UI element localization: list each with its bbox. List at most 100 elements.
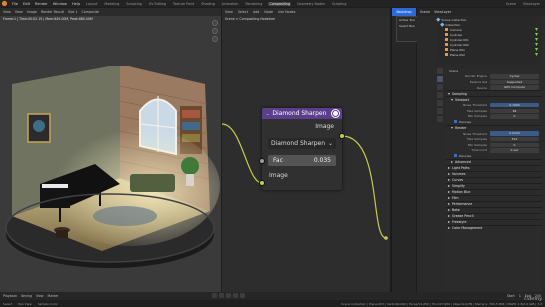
time-limit-field[interactable]: 0 sec xyxy=(490,148,539,153)
jump-start-icon[interactable] xyxy=(212,293,217,298)
output-socket[interactable] xyxy=(339,133,345,139)
scene-tab-icon[interactable] xyxy=(437,100,443,106)
tool-tab-icon[interactable] xyxy=(437,68,443,74)
tab-texture-paint[interactable]: Texture Paint xyxy=(172,2,195,6)
render-engine-dropdown[interactable]: Cycles xyxy=(490,74,539,79)
tab-rendering[interactable]: Rendering xyxy=(244,2,263,6)
vp-min-samples-row: Min Samples 0 xyxy=(446,114,542,120)
node-preview-icon[interactable] xyxy=(332,110,339,117)
section-label: Motion Blur xyxy=(452,190,471,195)
tab-shading[interactable]: Shading xyxy=(200,2,215,6)
start-frame-field[interactable]: 1 xyxy=(519,294,521,298)
vp-menu-image[interactable]: Image xyxy=(27,10,37,14)
timeline-playback-menu[interactable]: Playback xyxy=(3,294,17,298)
node-output-label: Image xyxy=(315,123,334,130)
r-min-samples-row: Min Samples 0 xyxy=(446,142,542,148)
menu-render[interactable]: Render xyxy=(35,2,48,6)
scene-selector[interactable]: Scene xyxy=(505,2,517,6)
node-title: Diamond Sharpen xyxy=(272,110,327,117)
mesh-icon xyxy=(445,53,448,56)
checkbox-checked-icon[interactable] xyxy=(454,154,457,158)
view-layer-tab-icon[interactable] xyxy=(437,92,443,98)
filter-icon xyxy=(535,33,538,36)
section-label: Performance xyxy=(452,202,473,207)
noise-threshold-field[interactable]: 0.1000 xyxy=(490,102,539,108)
section-color-management[interactable]: Color Management xyxy=(446,224,542,231)
wire-output xyxy=(341,135,387,239)
menu-window[interactable]: Window xyxy=(53,2,67,6)
tab-uv-editing[interactable]: UV Editing xyxy=(148,2,167,6)
menu-edit[interactable]: Edit xyxy=(23,2,30,6)
image-editor-header: View View Image Render Result Slot 1 Com… xyxy=(0,8,221,16)
chevron-right-icon xyxy=(448,167,450,170)
timeline-keying-menu[interactable]: Keying xyxy=(21,294,32,298)
min-samples-field[interactable]: 0 xyxy=(490,114,539,119)
list-item-label: Camera xyxy=(450,27,462,32)
zoom-icon[interactable] xyxy=(212,20,218,26)
view-layer-selector[interactable]: ViewLayer xyxy=(522,2,541,6)
fac-socket[interactable] xyxy=(259,157,265,164)
wire-input xyxy=(222,123,263,184)
device-dropdown[interactable]: GPU Compute xyxy=(490,85,539,90)
diamond-sharpen-node[interactable]: ⌄ Diamond Sharpen Image Diamond Sharpen … xyxy=(259,108,345,190)
min-samples-field[interactable]: 0 xyxy=(490,142,539,147)
checkbox-checked-icon[interactable] xyxy=(454,120,457,124)
tab-geometry-nodes[interactable]: Geometry Nodes xyxy=(296,2,326,6)
node-header[interactable]: ⌄ Diamond Sharpen xyxy=(262,108,342,119)
max-samples-field[interactable]: 512 xyxy=(490,136,539,142)
filter-type-dropdown[interactable]: Diamond Sharpen ⌄ xyxy=(268,138,336,149)
section-label: Bake xyxy=(452,208,460,213)
tab-layout[interactable]: Layout xyxy=(85,2,98,6)
timeline-view-menu[interactable]: View xyxy=(36,294,44,298)
chevron-down-icon[interactable]: ⌄ xyxy=(266,111,269,116)
blender-logo-icon[interactable] xyxy=(2,1,7,6)
chevron-down-icon xyxy=(451,98,453,101)
composite-layer-selector[interactable]: Composite xyxy=(81,10,99,14)
tab-scripting[interactable]: Scripting xyxy=(331,2,348,6)
slot-selector[interactable]: Slot 1 xyxy=(68,10,77,14)
viewlayer-label[interactable]: ViewLayer xyxy=(434,10,451,14)
chevron-right-icon xyxy=(448,185,450,188)
jump-end-icon[interactable] xyxy=(240,293,245,298)
scene-label[interactable]: Scene xyxy=(420,10,430,14)
pan-hand-icon[interactable] xyxy=(212,28,218,34)
chevron-right-icon xyxy=(448,191,450,194)
tab-modeling[interactable]: Modeling xyxy=(103,2,120,6)
image-editor[interactable]: View View Image Render Result Slot 1 Com… xyxy=(0,8,221,299)
section-label: Curves xyxy=(452,178,464,183)
object-tab-icon[interactable] xyxy=(437,116,443,122)
tab-sculpting[interactable]: Sculpting xyxy=(125,2,142,6)
timeline-marker-menu[interactable]: Marker xyxy=(48,294,59,298)
fac-field[interactable]: Fac 0.035 xyxy=(268,155,336,166)
world-tab-icon[interactable] xyxy=(437,108,443,114)
collection-icon xyxy=(436,17,441,22)
section-label: Grease Pencil xyxy=(452,214,474,219)
status-bar: Select Pan View Sample Color Scene Colle… xyxy=(0,300,545,307)
render-result-selector[interactable]: Render Result xyxy=(41,10,64,14)
outliner[interactable]: Scene Collection Collection Camera Cylin… xyxy=(436,17,542,63)
tab-compositing[interactable]: Compositing xyxy=(268,1,291,6)
render-tab-icon[interactable] xyxy=(437,76,443,82)
chevron-down-icon xyxy=(451,127,453,130)
backdrop-button[interactable]: Backdrop xyxy=(392,8,416,16)
image-input-socket[interactable] xyxy=(259,180,265,186)
menu-help[interactable]: Help xyxy=(72,2,80,6)
vp-menu-view-2[interactable]: View xyxy=(15,10,23,14)
next-keyframe-icon[interactable] xyxy=(233,293,238,298)
section-label: Render xyxy=(455,126,467,131)
prev-keyframe-icon[interactable] xyxy=(219,293,224,298)
compositor-node-editor[interactable]: View Select Add Node Use Nodes Scene > C… xyxy=(222,8,390,299)
tab-animation[interactable]: Animation xyxy=(221,2,240,6)
feature-set-dropdown[interactable]: Supported xyxy=(490,79,539,85)
menu-file[interactable]: File xyxy=(12,2,18,6)
filter-icon xyxy=(535,38,538,41)
list-item[interactable]: Plane.002 xyxy=(437,52,542,57)
output-tab-icon[interactable] xyxy=(437,84,443,90)
vp-menu-view[interactable]: View xyxy=(3,10,11,14)
max-samples-field[interactable]: 64 xyxy=(490,108,539,113)
mesh-icon xyxy=(445,48,448,51)
play-icon[interactable] xyxy=(226,293,231,298)
noise-threshold-field[interactable]: 0.0100 xyxy=(490,131,539,136)
chevron-right-icon xyxy=(448,197,450,200)
grid-icon[interactable] xyxy=(212,36,218,42)
